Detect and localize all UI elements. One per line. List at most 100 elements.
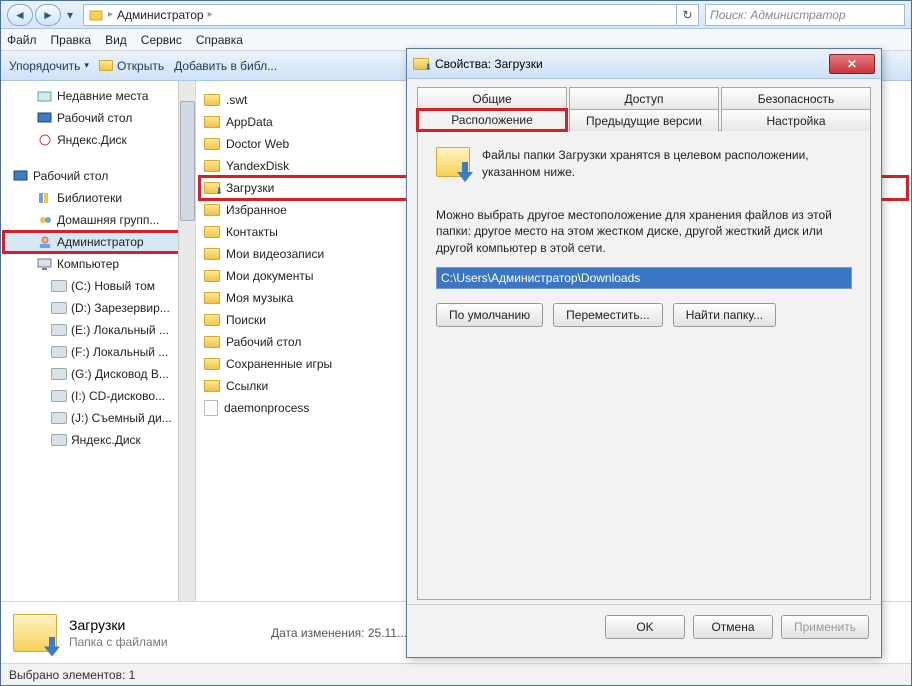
folder-icon xyxy=(99,60,113,71)
tree-user-admin[interactable]: Администратор xyxy=(3,231,193,253)
tab-security[interactable]: Безопасность xyxy=(721,87,871,109)
tab-panel-location: Файлы папки Загрузки хранятся в целевом … xyxy=(417,130,871,600)
drive-icon xyxy=(51,346,67,358)
tab-location[interactable]: Расположение xyxy=(417,109,567,131)
contacts-folder-icon xyxy=(204,226,220,238)
ok-button[interactable]: OK xyxy=(605,615,685,639)
tree-drive-g[interactable]: (G:) Дисковод B... xyxy=(3,363,193,385)
open-button[interactable]: Открыть xyxy=(99,59,164,73)
tab-sharing[interactable]: Доступ xyxy=(569,87,719,109)
drive-icon xyxy=(51,280,67,292)
tree-drive-d[interactable]: (D:) Зарезервир... xyxy=(3,297,193,319)
folder-icon xyxy=(204,94,220,106)
drive-icon xyxy=(51,368,67,380)
organize-button[interactable]: Упорядочить▾ xyxy=(9,59,89,73)
tab-row-1: Общие Доступ Безопасность xyxy=(417,87,871,109)
details-subtitle: Папка с файлами xyxy=(69,635,168,649)
add-to-library-button[interactable]: Добавить в библ... xyxy=(174,59,277,73)
videos-folder-icon xyxy=(204,248,220,260)
user-icon xyxy=(37,235,53,249)
menu-view[interactable]: Вид xyxy=(105,33,127,47)
tree-computer[interactable]: Компьютер xyxy=(3,253,193,275)
apply-button[interactable]: Применить xyxy=(781,615,869,639)
menu-edit[interactable]: Правка xyxy=(51,33,92,47)
desktop-icon xyxy=(37,111,53,125)
menu-service[interactable]: Сервис xyxy=(141,33,182,47)
downloads-folder-icon xyxy=(436,147,470,177)
drive-icon xyxy=(51,302,67,314)
tree-libraries[interactable]: Библиотеки xyxy=(3,187,193,209)
nav-back-button[interactable]: ◄ xyxy=(7,4,33,26)
links-folder-icon xyxy=(204,380,220,392)
tree-recent[interactable]: Недавние места xyxy=(3,85,193,107)
tree-desktop-fav[interactable]: Рабочий стол xyxy=(3,107,193,129)
drive-icon xyxy=(51,324,67,336)
nav-tree: Недавние места Рабочий стол Яндекс.Диск … xyxy=(1,81,196,601)
tree-drive-f[interactable]: (F:) Локальный ... xyxy=(3,341,193,363)
tree-scrollbar[interactable] xyxy=(178,81,195,601)
tree-desktop-root[interactable]: Рабочий стол xyxy=(3,165,193,187)
dialog-title: Свойства: Загрузки xyxy=(435,57,543,71)
favorites-folder-icon xyxy=(204,204,220,216)
tree-drive-c[interactable]: (C:) Новый том xyxy=(3,275,193,297)
dialog-titlebar: Свойства: Загрузки ✕ xyxy=(407,49,881,79)
desktop-folder-icon xyxy=(204,336,220,348)
scrollbar-thumb[interactable] xyxy=(180,101,195,221)
removable-drive-icon xyxy=(51,412,67,424)
menu-help[interactable]: Справка xyxy=(196,33,243,47)
tree-drive-e[interactable]: (E:) Локальный ... xyxy=(3,319,193,341)
properties-dialog: Свойства: Загрузки ✕ Общие Доступ Безопа… xyxy=(406,48,882,658)
computer-icon xyxy=(37,257,53,271)
documents-folder-icon xyxy=(204,270,220,282)
homegroup-icon xyxy=(37,213,53,227)
music-folder-icon xyxy=(204,292,220,304)
saved-games-folder-icon xyxy=(204,358,220,370)
location-desc-2: Можно выбрать другое местоположение для … xyxy=(436,207,852,257)
tree-homegroup[interactable]: Домашняя групп... xyxy=(3,209,193,231)
tab-row-2: Расположение Предыдущие версии Настройка xyxy=(417,109,871,131)
breadcrumb-user[interactable]: Администратор xyxy=(117,8,204,22)
cd-drive-icon xyxy=(51,390,67,402)
tree-yadisk-fav[interactable]: Яндекс.Диск xyxy=(3,129,193,151)
folder-icon xyxy=(204,160,220,172)
menu-file[interactable]: Файл xyxy=(7,33,37,47)
tab-customize[interactable]: Настройка xyxy=(721,109,871,131)
tree-yadisk-net[interactable]: Яндекс.Диск xyxy=(3,429,193,451)
desktop-icon xyxy=(13,169,29,183)
nav-history-dropdown[interactable]: ▾ xyxy=(63,4,77,26)
cancel-button[interactable]: Отмена xyxy=(693,615,773,639)
nav-forward-button[interactable]: ► xyxy=(35,4,61,26)
location-desc-1: Файлы папки Загрузки хранятся в целевом … xyxy=(482,147,852,181)
file-icon xyxy=(204,400,218,416)
address-bar[interactable]: ▸ Администратор ▸ xyxy=(83,4,677,26)
statusbar: Выбрано элементов: 1 xyxy=(1,663,911,685)
chevron-right-icon: ▸ xyxy=(208,9,213,20)
path-input[interactable]: C:\Users\Администратор\Downloads xyxy=(436,267,852,289)
libraries-icon xyxy=(37,191,53,205)
searches-folder-icon xyxy=(204,314,220,326)
user-icon xyxy=(88,8,104,22)
move-button[interactable]: Переместить... xyxy=(553,303,663,327)
tab-general[interactable]: Общие xyxy=(417,87,567,109)
downloads-folder-icon xyxy=(413,58,429,70)
details-title: Загрузки xyxy=(69,617,168,633)
dialog-footer: OK Отмена Применить xyxy=(407,604,881,648)
restore-default-button[interactable]: По умолчанию xyxy=(436,303,543,327)
refresh-button[interactable]: ↻ xyxy=(677,4,699,26)
details-modified: Дата изменения: 25.11... xyxy=(271,626,407,640)
find-target-button[interactable]: Найти папку... xyxy=(673,303,776,327)
recent-icon xyxy=(37,89,53,103)
titlebar: ◄ ► ▾ ▸ Администратор ▸ ↻ Поиск: Админис… xyxy=(1,1,911,29)
tree-drive-i[interactable]: (I:) CD-дисково... xyxy=(3,385,193,407)
downloads-folder-large-icon xyxy=(13,614,57,652)
status-text: Выбрано элементов: 1 xyxy=(9,668,135,682)
downloads-folder-icon xyxy=(204,182,220,194)
chevron-right-icon: ▸ xyxy=(108,9,113,20)
search-placeholder: Поиск: Администратор xyxy=(710,8,846,22)
close-icon: ✕ xyxy=(847,57,857,71)
close-button[interactable]: ✕ xyxy=(829,54,875,74)
folder-icon xyxy=(204,116,220,128)
search-input[interactable]: Поиск: Администратор xyxy=(705,4,905,26)
tab-previous-versions[interactable]: Предыдущие версии xyxy=(569,109,719,131)
tree-drive-j[interactable]: (J:) Съемный ди... xyxy=(3,407,193,429)
